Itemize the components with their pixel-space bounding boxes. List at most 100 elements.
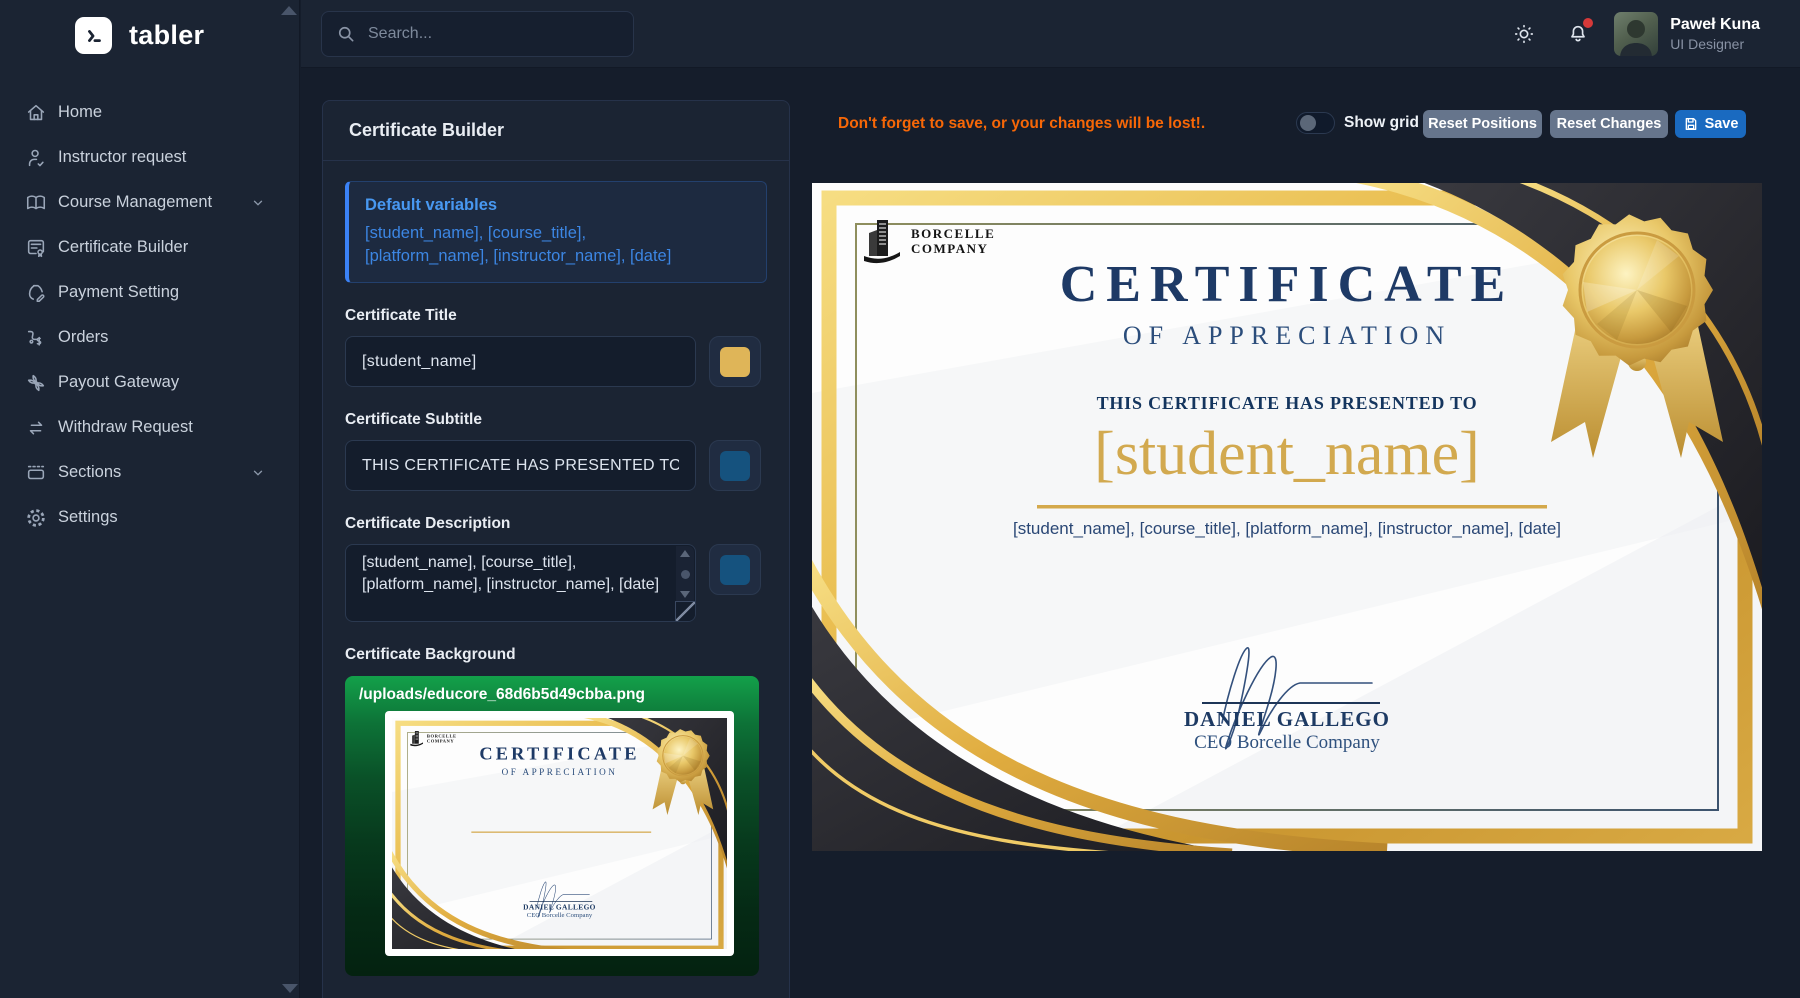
- description-color-picker[interactable]: [709, 544, 761, 595]
- signer-name: DANIEL GALLEGO: [392, 903, 727, 912]
- sidebar-item-sections[interactable]: Sections: [0, 450, 299, 495]
- sun-icon: [1513, 23, 1535, 45]
- sidebar-item-label: Payout Gateway: [58, 373, 179, 392]
- sidebar-item-certificate-builder[interactable]: Certificate Builder: [0, 225, 299, 270]
- cart-dollar-icon: [24, 326, 48, 350]
- user-meta: Paweł Kuna UI Designer: [1670, 15, 1760, 54]
- notifications-button[interactable]: [1560, 16, 1596, 52]
- book-icon: [24, 191, 48, 215]
- subtitle-color-picker[interactable]: [709, 440, 761, 491]
- tabler-logo-icon: [75, 17, 112, 54]
- home-icon: [24, 101, 48, 125]
- sidebar-item-payout-gateway[interactable]: Payout Gateway: [0, 360, 299, 405]
- default-variables-text: [student_name], [course_title], [platfor…: [365, 222, 695, 268]
- toggle-knob: [1300, 115, 1316, 131]
- background-file-path: /uploads/educore_68d6b5d49cbba.png: [359, 686, 759, 704]
- company-name: BORCELLE COMPANY: [426, 733, 456, 744]
- description-color-swatch: [720, 555, 750, 585]
- default-variables-box: Default variables [student_name], [cours…: [345, 181, 767, 283]
- certificate-subtitle-text: OF APPRECIATION: [812, 321, 1762, 351]
- certificate-builder-panel: Certificate Builder Default variables [s…: [322, 100, 790, 998]
- certificate-background-label: Certificate Background: [345, 646, 767, 664]
- sidebar-item-settings[interactable]: Settings: [0, 495, 299, 540]
- save-icon: [1683, 116, 1699, 132]
- show-grid-label: Show grid: [1344, 114, 1419, 132]
- sidebar-item-label: Withdraw Request: [58, 418, 193, 437]
- user-check-icon: [24, 146, 48, 170]
- arrows-exchange-icon: [24, 416, 48, 440]
- avatar: [1614, 12, 1658, 56]
- title-color-picker[interactable]: [709, 336, 761, 387]
- certificate-thumbnail: BORCELLE COMPANY CERTIFICATE OF APPRECIA…: [392, 718, 727, 949]
- variables-line-text[interactable]: [student_name], [course_title], [platfor…: [812, 519, 1762, 539]
- sidebar-item-label: Payment Setting: [58, 283, 179, 302]
- certificate-title-input[interactable]: [345, 336, 696, 387]
- subtitle-color-swatch: [720, 451, 750, 481]
- background-thumbnail[interactable]: BORCELLE COMPANY CERTIFICATE OF APPRECIA…: [385, 711, 734, 956]
- topbar-actions: Paweł Kuna UI Designer: [1506, 0, 1760, 68]
- certificate-description-label: Certificate Description: [345, 515, 767, 533]
- user-name: Paweł Kuna: [1670, 15, 1760, 36]
- scroll-up-icon[interactable]: [680, 550, 690, 557]
- save-button[interactable]: Save: [1675, 110, 1746, 138]
- certificate-background-card[interactable]: /uploads/educore_68d6b5d49cbba.png: [345, 676, 759, 976]
- sidebar-item-instructor-request[interactable]: Instructor request: [0, 135, 299, 180]
- section-icon: [24, 461, 48, 485]
- brand-name: tabler: [129, 20, 204, 51]
- sidebar-scroll-up-icon[interactable]: [281, 6, 297, 15]
- sidebar-item-label: Course Management: [58, 193, 212, 212]
- certificate-title-text: CERTIFICATE: [812, 255, 1762, 314]
- panel-body: Default variables [student_name], [cours…: [323, 161, 789, 996]
- gear-icon: [24, 506, 48, 530]
- reset-changes-button[interactable]: Reset Changes: [1550, 110, 1668, 138]
- certificate-subtitle-label: Certificate Subtitle: [345, 411, 767, 429]
- unsaved-changes-warning: Don't forget to save, or your changes wi…: [838, 115, 1205, 133]
- presented-to-text[interactable]: THIS CERTIFICATE HAS PRESENTED TO: [812, 393, 1762, 414]
- sidebar-item-course-management[interactable]: Course Management: [0, 180, 299, 225]
- notification-badge: [1583, 18, 1593, 28]
- theme-toggle-button[interactable]: [1506, 16, 1542, 52]
- scroll-down-icon[interactable]: [680, 591, 690, 598]
- topbar: Paweł Kuna UI Designer: [301, 0, 1800, 68]
- sidebar-item-home[interactable]: Home: [0, 90, 299, 135]
- user-role: UI Designer: [1670, 35, 1760, 53]
- search-icon: [336, 24, 356, 44]
- textarea-scrollbar[interactable]: [676, 546, 694, 602]
- reset-positions-button[interactable]: Reset Positions: [1423, 110, 1542, 138]
- sidebar-item-label: Orders: [58, 328, 108, 347]
- certificate-subtitle-text: OF APPRECIATION: [392, 767, 727, 778]
- textarea-resize-handle[interactable]: [675, 601, 695, 621]
- certificate-description-input[interactable]: [student_name], [course_title], [platfor…: [345, 544, 696, 622]
- certificate-title-text: CERTIFICATE: [392, 743, 727, 764]
- search-box: [321, 11, 634, 57]
- default-variables-title: Default variables: [365, 196, 750, 215]
- sidebar-nav: Home Instructor request Course Managemen…: [0, 90, 299, 540]
- sidebar-item-payment-setting[interactable]: Payment Setting: [0, 270, 299, 315]
- signer-name: DANIEL GALLEGO: [812, 707, 1762, 732]
- moneybag-icon: [24, 281, 48, 305]
- sidebar-item-label: Sections: [58, 463, 121, 482]
- recipient-name-text[interactable]: [student_name]: [812, 419, 1762, 490]
- chevron-down-icon: [251, 466, 265, 480]
- sidebar-item-withdraw-request[interactable]: Withdraw Request: [0, 405, 299, 450]
- sidebar-item-label: Certificate Builder: [58, 238, 188, 257]
- certificate-icon: [24, 236, 48, 260]
- show-grid-toggle[interactable]: [1296, 112, 1335, 134]
- certificate-subtitle-input[interactable]: [345, 440, 696, 491]
- sidebar-item-label: Instructor request: [58, 148, 186, 167]
- brand[interactable]: tabler: [0, 0, 299, 54]
- company-name: BORCELLE COMPANY: [911, 226, 995, 256]
- signer-role: CEO Borcelle Company: [392, 912, 727, 920]
- sidebar-scroll-down-icon[interactable]: [282, 984, 298, 993]
- user-menu[interactable]: Paweł Kuna UI Designer: [1614, 12, 1760, 56]
- certificate-canvas[interactable]: BORCELLE COMPANY CERTIFICATE OF APPRECIA…: [812, 183, 1762, 851]
- certificate-preview: BORCELLE COMPANY CERTIFICATE OF APPRECIA…: [812, 183, 1762, 851]
- certificate-title-label: Certificate Title: [345, 307, 767, 325]
- chevron-down-icon: [251, 196, 265, 210]
- turbine-icon: [24, 371, 48, 395]
- title-color-swatch: [720, 347, 750, 377]
- sidebar-item-orders[interactable]: Orders: [0, 315, 299, 360]
- signer-role: CEO Borcelle Company: [812, 732, 1762, 754]
- search-input[interactable]: [368, 25, 619, 43]
- scroll-thumb[interactable]: [681, 570, 690, 579]
